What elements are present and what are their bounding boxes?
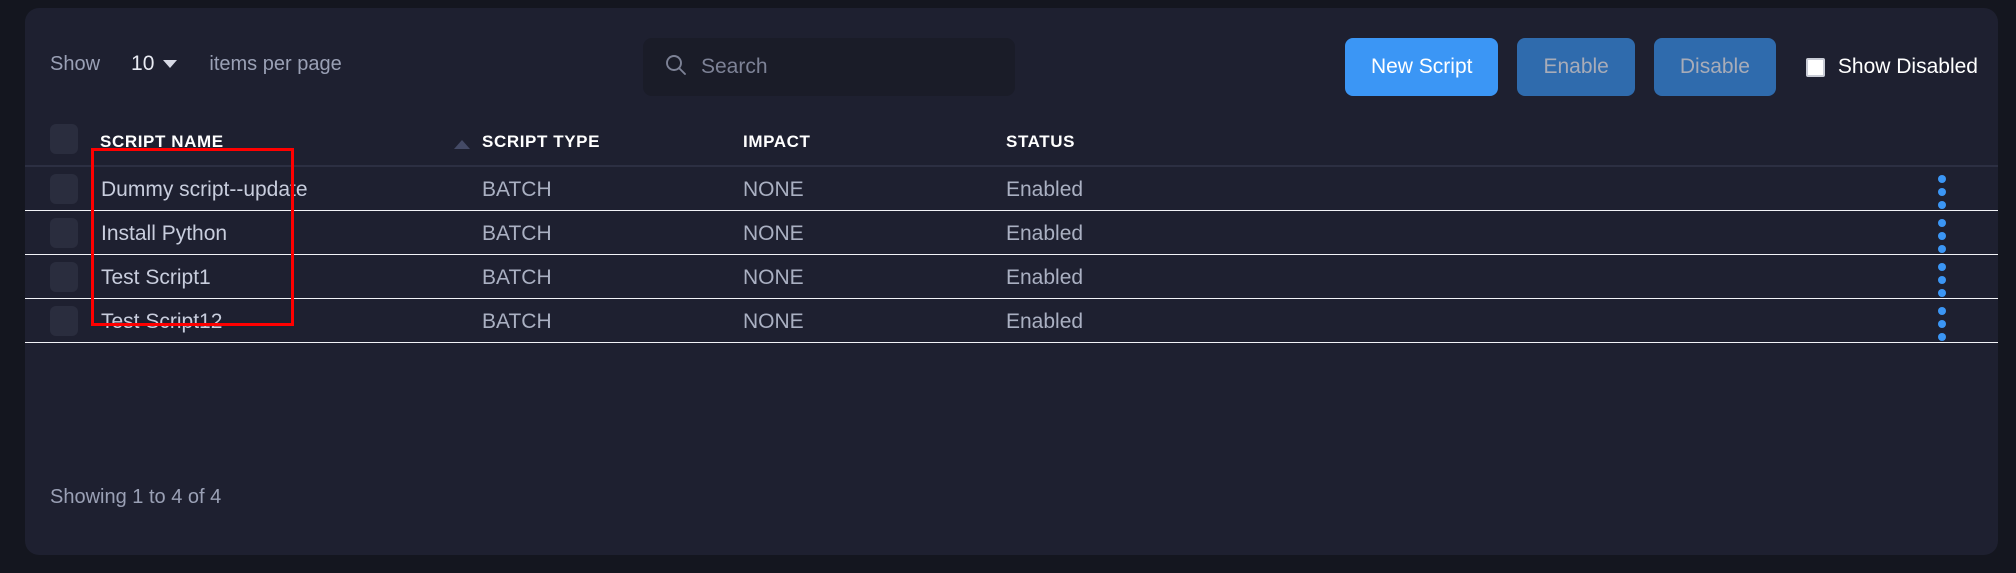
page-size-select[interactable]: 10	[131, 52, 178, 76]
column-header-script-type[interactable]: SCRIPT TYPE	[482, 132, 600, 152]
dot	[1938, 245, 1946, 253]
cell-impact: NONE	[743, 222, 804, 245]
select-all-checkbox[interactable]	[50, 124, 78, 154]
search-placeholder: Search	[701, 55, 768, 78]
cell-script-name: Install Python	[101, 222, 228, 245]
cell-script-name: Test Script1	[101, 266, 211, 289]
toolbar: Show 10 items per page Search New Script…	[25, 8, 1998, 118]
cell-impact: NONE	[743, 178, 804, 201]
cell-script-name: Test Script12	[101, 310, 223, 333]
search-input[interactable]: Search	[643, 38, 1015, 96]
dot	[1938, 263, 1946, 271]
sort-ascending-icon[interactable]	[454, 140, 470, 149]
dot	[1938, 276, 1946, 284]
column-header-script-name[interactable]: SCRIPT NAME	[100, 132, 224, 152]
cell-impact: NONE	[743, 266, 804, 289]
page-root: Show 10 items per page Search New Script…	[0, 0, 2016, 573]
cell-impact: NONE	[743, 310, 804, 333]
cell-script-type: BATCH	[482, 266, 552, 289]
table-row[interactable]: Install Python BATCH NONE Enabled	[25, 211, 1998, 255]
show-disabled-checkbox[interactable]	[1805, 57, 1825, 77]
kebab-menu-icon[interactable]	[1938, 175, 1946, 209]
row-select-cell	[50, 174, 78, 204]
dot	[1938, 175, 1946, 183]
show-label: Show	[50, 52, 101, 75]
cell-status: Enabled	[1006, 310, 1084, 333]
dot	[1938, 333, 1946, 341]
cell-status: Enabled	[1006, 222, 1084, 245]
select-all-header	[50, 124, 78, 154]
kebab-menu-icon[interactable]	[1938, 307, 1946, 341]
column-header-status[interactable]: STATUS	[1006, 132, 1075, 152]
dot	[1938, 320, 1946, 328]
items-per-page-label: items per page	[209, 52, 342, 75]
page-size-control: Show 10 items per page	[50, 52, 342, 76]
table-row[interactable]: Test Script1 BATCH NONE Enabled	[25, 255, 1998, 299]
table-row[interactable]: Dummy script--update BATCH NONE Enabled	[25, 167, 1998, 211]
pagination-summary: Showing 1 to 4 of 4	[50, 486, 222, 508]
table-row[interactable]: Test Script12 BATCH NONE Enabled	[25, 299, 1998, 343]
dot	[1938, 219, 1946, 227]
show-disabled-toggle[interactable]: Show Disabled	[1805, 55, 1978, 79]
scripts-table: SCRIPT NAME SCRIPT TYPE IMPACT STATUS Du…	[25, 118, 1998, 508]
row-checkbox[interactable]	[50, 174, 78, 204]
toolbar-actions: New Script Enable Disable Show Disabled	[1344, 38, 1978, 96]
scripts-panel: Show 10 items per page Search New Script…	[25, 8, 1998, 555]
cell-script-type: BATCH	[482, 222, 552, 245]
dot	[1938, 201, 1946, 209]
kebab-menu-icon[interactable]	[1938, 219, 1946, 253]
row-checkbox[interactable]	[50, 218, 78, 248]
dot	[1938, 232, 1946, 240]
chevron-down-icon	[163, 60, 178, 68]
enable-button[interactable]: Enable	[1517, 38, 1635, 96]
cell-script-name: Dummy script--update	[101, 178, 308, 201]
dot	[1938, 307, 1946, 315]
table-header-row: SCRIPT NAME SCRIPT TYPE IMPACT STATUS	[25, 118, 1998, 167]
row-checkbox[interactable]	[50, 262, 78, 292]
row-select-cell	[50, 218, 78, 248]
search-icon	[665, 54, 687, 81]
cell-script-type: BATCH	[482, 178, 552, 201]
dot	[1938, 289, 1946, 297]
show-disabled-label: Show Disabled	[1837, 55, 1978, 78]
row-checkbox[interactable]	[50, 306, 78, 336]
new-script-button[interactable]: New Script	[1344, 38, 1499, 96]
column-header-impact[interactable]: IMPACT	[743, 132, 811, 152]
cell-status: Enabled	[1006, 266, 1084, 289]
cell-script-type: BATCH	[482, 310, 552, 333]
row-select-cell	[50, 262, 78, 292]
cell-status: Enabled	[1006, 178, 1084, 201]
row-select-cell	[50, 306, 78, 336]
dot	[1938, 188, 1946, 196]
kebab-menu-icon[interactable]	[1938, 263, 1946, 297]
disable-button[interactable]: Disable	[1653, 38, 1776, 96]
page-size-value: 10	[131, 52, 155, 75]
